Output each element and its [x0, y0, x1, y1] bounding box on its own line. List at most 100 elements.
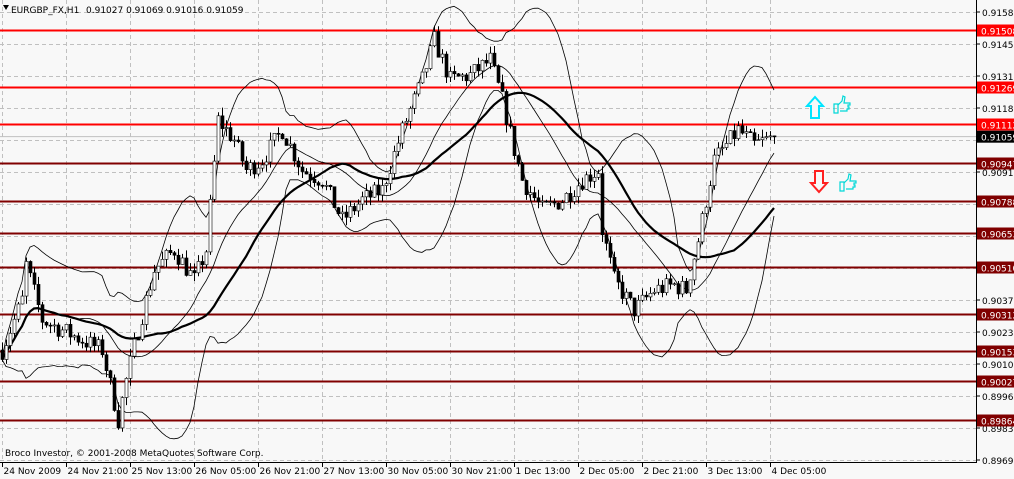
level-price-label: 0.90153 — [981, 349, 1014, 359]
candle-body — [504, 91, 509, 125]
candle-body — [180, 257, 185, 265]
time-tick-label: 26 Nov 21:00 — [260, 467, 321, 477]
candle-body — [140, 324, 145, 340]
candle-body — [84, 342, 89, 348]
ohlc-label: 0.91027 0.91069 0.91016 0.91059 — [86, 6, 244, 16]
price-tick-label: 0.90910 — [982, 169, 1014, 179]
candle-body — [60, 329, 65, 337]
time-tick-label: 30 Nov 05:00 — [388, 467, 449, 477]
candle-body — [512, 125, 517, 156]
candle-body — [772, 135, 777, 138]
candle-body — [192, 270, 197, 274]
candle-body — [196, 261, 201, 274]
horizontal-levels — [0, 29, 976, 422]
candle-body — [564, 193, 569, 204]
candle-body — [764, 136, 769, 139]
candle-body — [668, 278, 673, 285]
copyright-label: Broco Investor, © 2001-2008 MetaQuotes S… — [5, 449, 264, 459]
candle-body — [392, 151, 397, 174]
price-tick-label: 0.90370 — [982, 297, 1014, 307]
candle-body — [68, 324, 73, 338]
candle-body — [344, 211, 349, 218]
candle-body — [500, 82, 505, 92]
candle-body — [20, 295, 25, 305]
thumbs-up-icon — [839, 173, 857, 192]
moving-average-line — [1, 91, 775, 361]
candle-body — [508, 124, 513, 127]
time-tick-label: 30 Nov 21:00 — [452, 467, 513, 477]
candle-body — [712, 154, 717, 186]
candle-body — [268, 139, 273, 163]
candle-body — [376, 184, 381, 196]
candle-body — [536, 197, 541, 203]
candle-body — [96, 339, 101, 347]
time-tick-label: 27 Nov 13:00 — [324, 467, 385, 477]
time-tick-label: 24 Nov 2009 — [4, 467, 62, 477]
candle-body — [36, 284, 41, 305]
candle-body — [360, 196, 365, 205]
candle-body — [280, 133, 285, 140]
candle-body — [544, 200, 549, 203]
candle-body — [248, 162, 253, 170]
candle-body — [496, 65, 501, 83]
candle-body — [260, 164, 265, 169]
candle-body — [464, 74, 469, 82]
candle-body — [628, 291, 633, 299]
candle-body — [132, 338, 137, 357]
candle-body — [24, 261, 29, 297]
level-price-label: 0.90788 — [981, 199, 1014, 209]
candle-body — [228, 127, 233, 142]
candle-body — [316, 182, 321, 186]
candle-body — [704, 206, 709, 214]
candle-body — [648, 293, 653, 298]
level-price-label: 0.90027 — [981, 379, 1014, 389]
candle-body — [236, 139, 241, 142]
candle-body — [208, 199, 213, 253]
candle-body — [584, 174, 589, 190]
candle-body — [600, 173, 605, 236]
candle-body — [524, 180, 529, 195]
candle-body — [288, 143, 293, 146]
candle-body — [88, 336, 93, 348]
candle-body — [632, 297, 637, 317]
candle-body — [612, 257, 617, 272]
candle-body — [608, 243, 613, 258]
candle-body — [756, 139, 761, 141]
current-price-label: 0.91059 — [981, 134, 1014, 144]
price-tick-label: 0.89965 — [982, 393, 1014, 403]
candle-body — [152, 271, 157, 291]
candle-body — [752, 132, 757, 141]
candle-body — [548, 201, 553, 203]
price-chart[interactable]: 0.915850.914500.913150.911800.909100.903… — [0, 0, 1014, 479]
candle-body — [652, 291, 657, 294]
candle-body — [32, 272, 37, 285]
candle-body — [492, 52, 497, 66]
candle-body — [412, 93, 417, 109]
candle-body — [460, 74, 465, 77]
candle-body — [328, 184, 333, 188]
candle-body — [484, 60, 489, 64]
candle-body — [672, 283, 677, 286]
level-price-label: 0.90510 — [981, 265, 1014, 275]
candle-body — [0, 349, 5, 360]
candle-body — [128, 355, 133, 379]
candle-body — [216, 115, 221, 162]
symbol-label: EURGBP_FX,H1 — [11, 6, 79, 16]
candle-body — [684, 280, 689, 294]
candle-body — [768, 135, 773, 138]
candle-body — [452, 71, 457, 75]
level-price-label: 0.90653 — [981, 231, 1014, 241]
candle-body — [700, 213, 705, 243]
candle-body — [580, 185, 585, 190]
candle-body — [416, 82, 421, 95]
candle-body — [748, 131, 753, 133]
candle-body — [380, 185, 385, 196]
candle-body — [244, 160, 249, 170]
sell-signal — [808, 170, 857, 194]
candle-body — [28, 261, 33, 274]
candle-body — [388, 173, 393, 184]
candle-body — [656, 284, 661, 293]
thumbs-up-icon — [833, 95, 851, 114]
arrow-up-icon — [804, 95, 826, 119]
candle-body — [272, 132, 277, 141]
